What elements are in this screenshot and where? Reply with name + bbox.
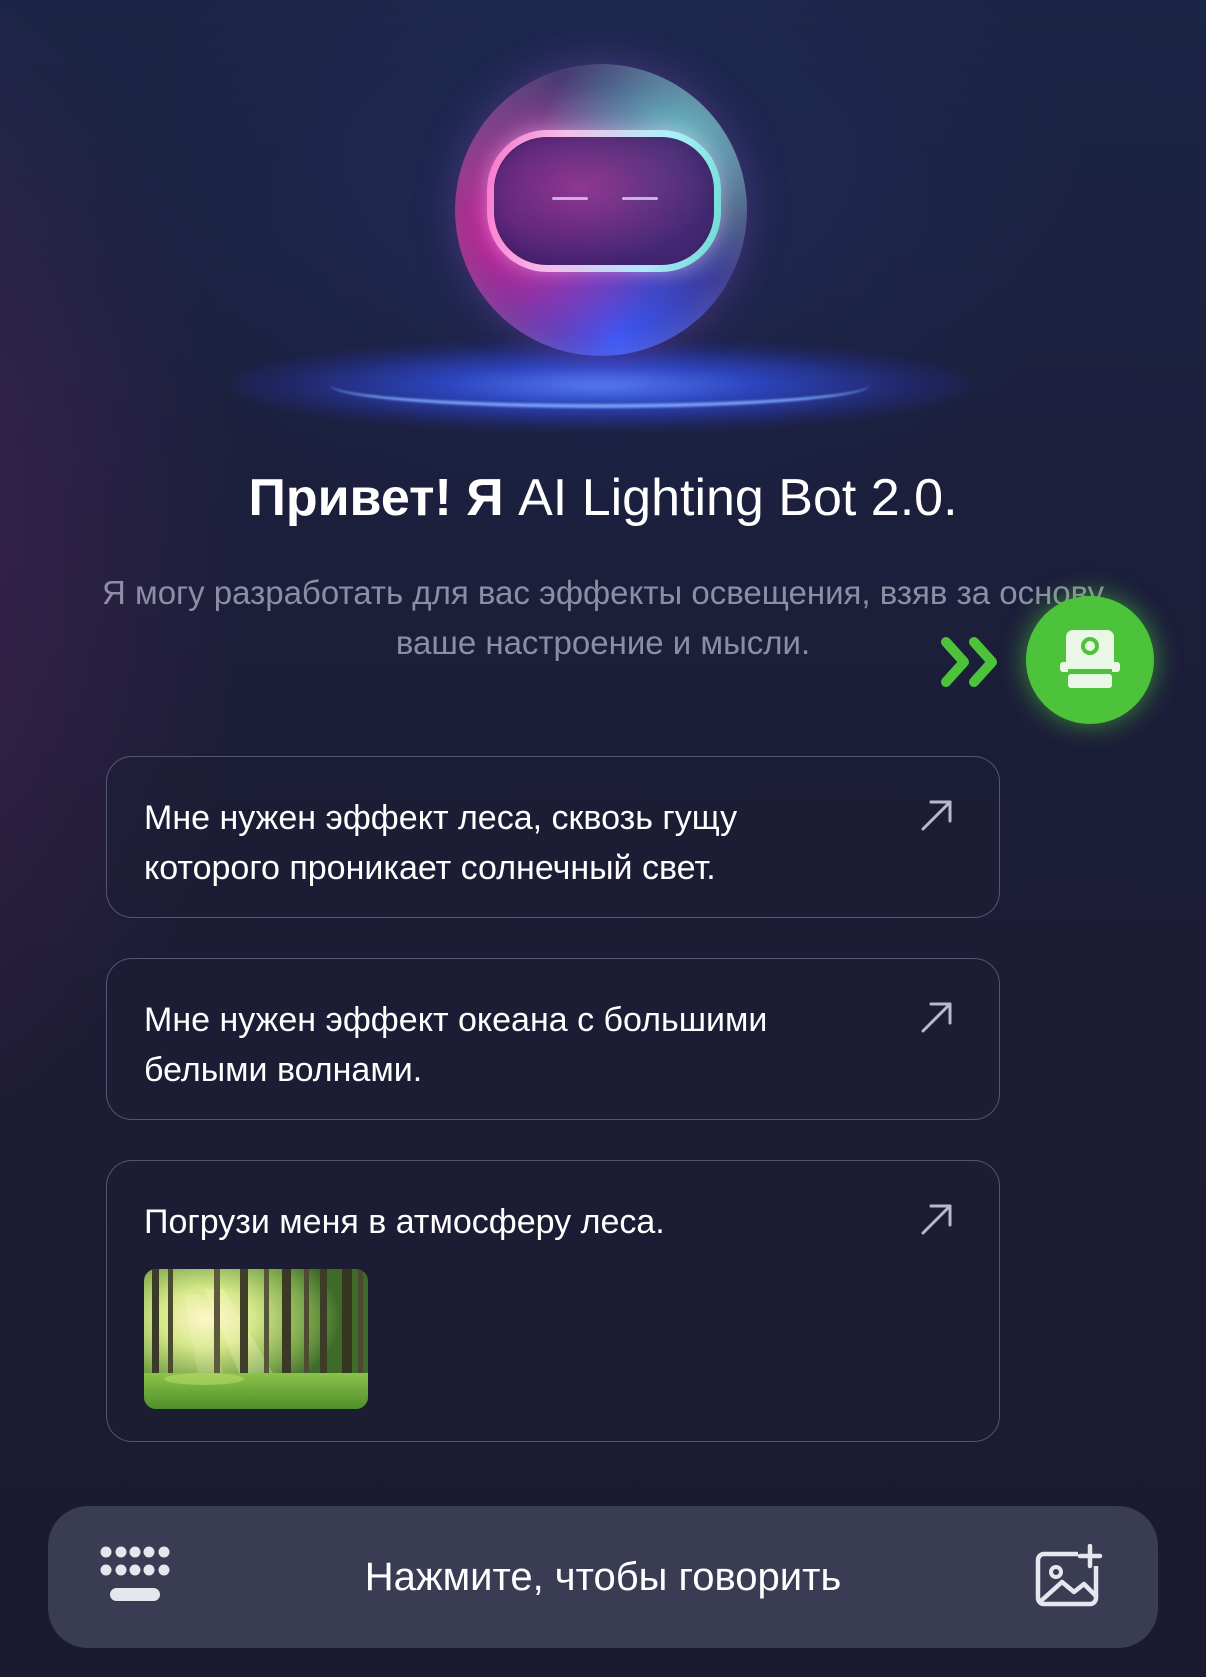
push-to-talk-button[interactable]: Нажмите, чтобы говорить [248, 1550, 958, 1604]
arrow-up-right-icon [921, 1002, 952, 1033]
suggestion-card-forest-atmosphere[interactable]: Погрузи меня в атмосферу леса. [106, 1160, 1000, 1442]
suggestion-card-forest-sunlight[interactable]: Мне нужен эффект леса, сквозь гущу котор… [106, 756, 1000, 918]
avatar-left-eye [552, 197, 588, 200]
suggestion-text: Мне нужен эффект леса, сквозь гущу котор… [144, 799, 738, 887]
add-image-icon[interactable] [1034, 1544, 1104, 1610]
arrow-up-right-icon [921, 1204, 952, 1235]
page-title: Привет! Я AI Lighting Bot 2.0. [0, 468, 1206, 528]
suggestion-text: Погрузи меня в атмосферу леса. [144, 1203, 665, 1241]
page-title-bot-name: AI Lighting Bot 2.0. [518, 469, 958, 527]
camera-device-icon [1060, 630, 1120, 688]
keyboard-icon[interactable] [98, 1544, 172, 1608]
avatar-right-eye [622, 197, 658, 200]
arrow-up-right-icon [921, 800, 952, 831]
avatar-glow-ring [330, 362, 870, 408]
forest-sunlight-image [144, 1269, 368, 1409]
avatar-orb [455, 64, 747, 356]
voice-input-bar: Нажмите, чтобы говорить [48, 1506, 1158, 1648]
page-title-greeting: Привет! Я [248, 469, 504, 527]
floating-assistant-button[interactable] [1026, 596, 1154, 724]
double-chevron-right-icon [941, 637, 997, 687]
avatar-visor [487, 130, 721, 272]
suggestion-card-ocean-waves[interactable]: Мне нужен эффект океана с большими белым… [106, 958, 1000, 1120]
suggestion-text: Мне нужен эффект океана с большими белым… [144, 1001, 768, 1089]
ai-bot-avatar [0, 0, 1206, 440]
